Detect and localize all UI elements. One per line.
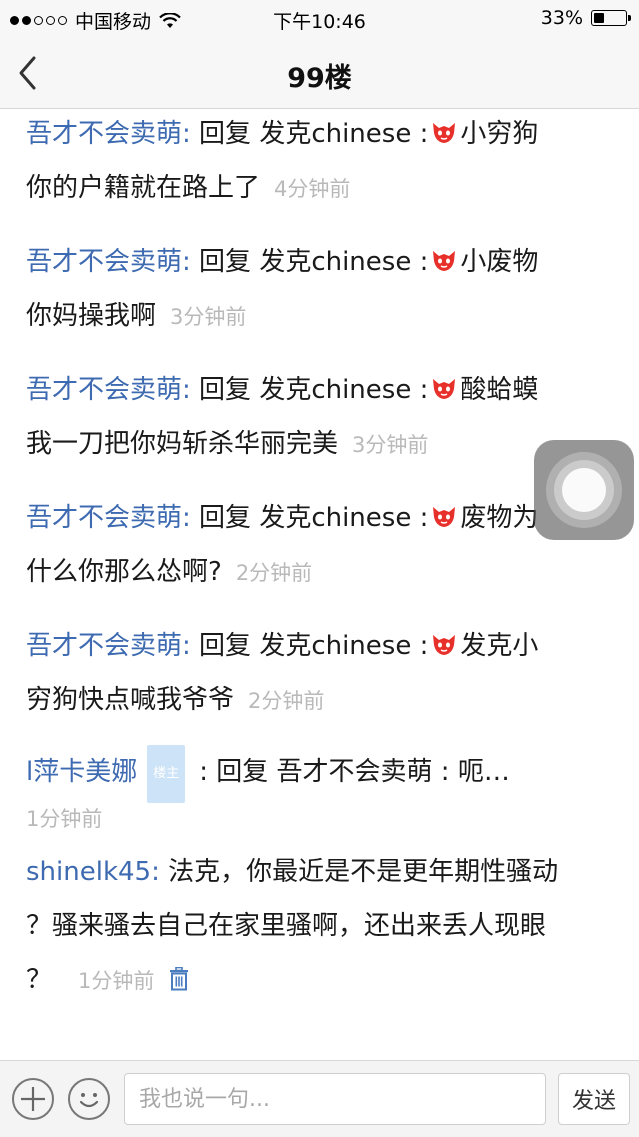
reply-text-cont: ？骚来骚去自己在家里骚啊，还出来丢人现眼 — [26, 911, 547, 941]
reply-line-2: 你的户籍就在路上了 4分钟前 — [26, 161, 616, 216]
reply-text-cont: 什么你那么怂啊? — [26, 557, 222, 587]
reply-line-2: 什么你那么怂啊? 2分钟前 — [26, 545, 616, 600]
reply-colon: : — [419, 631, 429, 661]
page-title: 99楼 — [287, 63, 352, 94]
reply-target[interactable]: 发克chinese — [259, 119, 411, 149]
battery-icon — [591, 10, 631, 26]
send-button[interactable]: 发送 — [558, 1073, 630, 1125]
fox-sticker-icon — [433, 123, 456, 143]
reply-line-1: 吾才不会卖萌: 回复 发克chinese : 发克小 — [26, 619, 616, 673]
emoji-button[interactable] — [68, 1078, 110, 1120]
reply-word: 回复 — [199, 247, 252, 277]
reply-username[interactable]: shinelk45: — [26, 857, 160, 887]
reply-timestamp: 4分钟前 — [274, 177, 351, 201]
reply-username[interactable]: 吾才不会卖萌: — [26, 503, 191, 533]
reply-text: 小穷狗 — [460, 119, 539, 149]
reply-item: 吾才不会卖萌: 回复 发克chinese : 酸蛤蟆 我一刀把你妈斩杀华丽完美 3分… — [26, 363, 616, 472]
reply-line-1: 吾才不会卖萌: 回复 发克chinese : 废物为 — [26, 491, 616, 545]
reply-line-3: ？ 1分钟前 — [26, 953, 616, 1008]
status-bar: 中国移动 下午10:46 33% — [0, 0, 639, 38]
fox-sticker-icon — [433, 507, 456, 527]
reply-word: 回复 — [199, 375, 252, 405]
reply-line-1: l萍卡美娜 楼主 : 回复 吾才不会卖萌 : 呃… — [26, 745, 616, 803]
reply-word: 回复 — [199, 631, 252, 661]
reply-line-1: 吾才不会卖萌: 回复 发克chinese : 酸蛤蟆 — [26, 363, 616, 417]
reply-colon: : — [419, 503, 429, 533]
reply-list[interactable]: 吾才不会卖萌: 回复 发克chinese : 小穷狗 你的户籍就在路上了 4分钟前 … — [0, 109, 639, 1059]
reply-line-2: 你妈操我啊 3分钟前 — [26, 289, 616, 344]
reply-line-2: 穷狗快点喊我爷爷 2分钟前 — [26, 673, 616, 728]
plus-icon — [21, 1087, 45, 1111]
reply-username[interactable]: 吾才不会卖萌: — [26, 631, 191, 661]
reply-username[interactable]: 吾才不会卖萌: — [26, 119, 191, 149]
reply-target[interactable]: 发克chinese — [259, 247, 411, 277]
fox-sticker-icon — [433, 635, 456, 655]
reply-item: 吾才不会卖萌: 回复 发克chinese : 小废物 你妈操我啊 3分钟前 — [26, 235, 616, 344]
reply-target[interactable]: 发克chinese — [259, 375, 411, 405]
reply-text: 酸蛤蟆 — [460, 375, 539, 405]
reply-text-cont: 我一刀把你妈斩杀华丽完美 — [26, 429, 339, 459]
reply-text: 小废物 — [460, 247, 539, 277]
reply-timestamp: 3分钟前 — [352, 433, 429, 457]
reply-line-2: 1分钟前 — [26, 803, 616, 834]
reply-line-2: ？骚来骚去自己在家里骚啊，还出来丢人现眼 — [26, 899, 616, 953]
reply-word: 回复 — [199, 119, 252, 149]
reply-username[interactable]: 吾才不会卖萌: — [26, 247, 191, 277]
reply-colon: : — [419, 247, 429, 277]
reply-colon: : — [419, 375, 429, 405]
reply-line-1: 吾才不会卖萌: 回复 发克chinese : 小废物 — [26, 235, 616, 289]
reply-word: 回复 — [199, 503, 252, 533]
reply-line-1: shinelk45: 法克，你最近是不是更年期性骚动 — [26, 845, 616, 899]
reply-username[interactable]: l萍卡美娜 — [26, 757, 137, 787]
reply-timestamp: 3分钟前 — [170, 305, 247, 329]
reply-target[interactable]: 发克chinese — [259, 631, 411, 661]
reply-item: 吾才不会卖萌: 回复 发克chinese : 小穷狗 你的户籍就在路上了 4分钟前 — [26, 109, 616, 216]
reply-username[interactable]: 吾才不会卖萌: — [26, 375, 191, 405]
reply-line-2: 我一刀把你妈斩杀华丽完美 3分钟前 — [26, 417, 616, 472]
reply-item: shinelk45: 法克，你最近是不是更年期性骚动 ？骚来骚去自己在家里骚啊，… — [26, 845, 616, 1008]
reply-line-1: 吾才不会卖萌: 回复 发克chinese : 小穷狗 — [26, 109, 616, 161]
comment-input-bar: 发送 — [0, 1060, 639, 1137]
reply-text: : 回复 吾才不会卖萌 : 呃… — [199, 757, 510, 787]
reply-timestamp: 1分钟前 — [26, 807, 103, 831]
reply-timestamp: 1分钟前 — [78, 969, 155, 993]
reply-text: 发克小 — [460, 631, 539, 661]
reply-timestamp: 2分钟前 — [235, 561, 313, 585]
reply-text: 废物为 — [460, 503, 539, 533]
reply-text-cont: 穷狗快点喊我爷爷 — [26, 685, 235, 715]
add-attachment-button[interactable] — [12, 1078, 54, 1120]
reply-target[interactable]: 发克chinese — [259, 503, 411, 533]
reply-text-cont: 你的户籍就在路上了 — [26, 173, 261, 203]
battery-percent: 33% — [540, 7, 583, 29]
reply-colon: : — [419, 119, 429, 149]
trash-icon[interactable] — [168, 967, 190, 991]
assistive-touch-button[interactable] — [534, 440, 634, 540]
reply-text: 法克，你最近是不是更年期性骚动 — [168, 857, 559, 887]
reply-text-cont: 你妈操我啊 — [26, 301, 157, 331]
reply-item: 吾才不会卖萌: 回复 发克chinese : 废物为 什么你那么怂啊? 2分钟前 — [26, 491, 616, 600]
owner-reply-item: l萍卡美娜 楼主 : 回复 吾才不会卖萌 : 呃… 1分钟前 — [26, 745, 616, 834]
status-right: 33% — [540, 7, 631, 29]
comment-input[interactable] — [124, 1073, 546, 1125]
fox-sticker-icon — [433, 251, 456, 271]
owner-badge: 楼主 — [147, 745, 186, 803]
fox-sticker-icon — [433, 379, 456, 399]
reply-timestamp: 2分钟前 — [248, 689, 325, 713]
smiley-icon — [79, 1093, 99, 1108]
nav-bar: 99楼 — [0, 38, 639, 109]
reply-item: 吾才不会卖萌: 回复 发克chinese : 发克小 穷狗快点喊我爷爷 2分钟前 — [26, 619, 616, 728]
reply-text-cont: ？ — [26, 965, 53, 995]
